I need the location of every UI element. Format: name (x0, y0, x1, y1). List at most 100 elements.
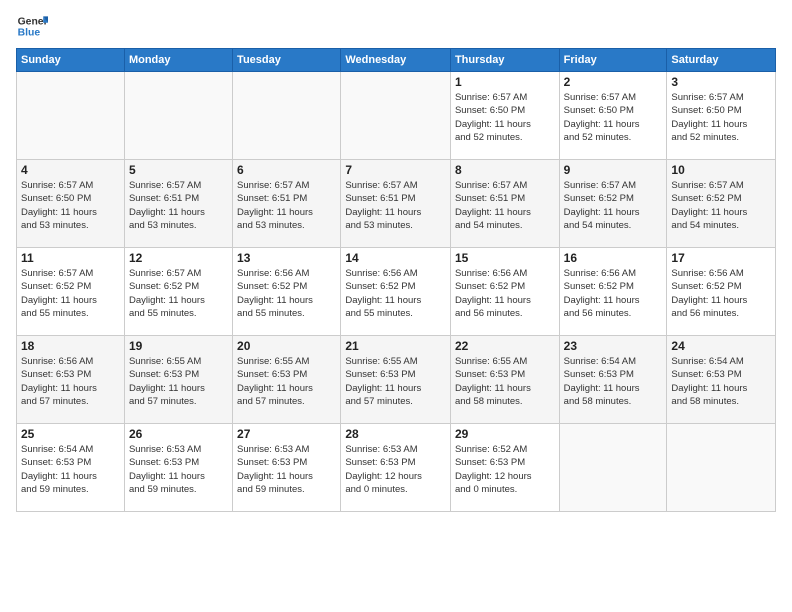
day-number: 15 (455, 251, 555, 265)
day-number: 26 (129, 427, 228, 441)
calendar-cell: 1 Sunrise: 6:57 AM Sunset: 6:50 PM Daylig… (450, 72, 559, 160)
calendar-cell: 19 Sunrise: 6:55 AM Sunset: 6:53 PM Dayli… (124, 336, 232, 424)
day-of-week-header: Saturday (667, 49, 776, 72)
calendar-cell (17, 72, 125, 160)
calendar-cell: 25 Sunrise: 6:54 AM Sunset: 6:53 PM Dayli… (17, 424, 125, 512)
calendar-cell (667, 424, 776, 512)
calendar-week-row: 25 Sunrise: 6:54 AM Sunset: 6:53 PM Dayli… (17, 424, 776, 512)
day-number: 17 (671, 251, 771, 265)
calendar-cell (341, 72, 451, 160)
day-info: Sunrise: 6:55 AM Sunset: 6:53 PM Dayligh… (237, 355, 336, 408)
day-info: Sunrise: 6:55 AM Sunset: 6:53 PM Dayligh… (455, 355, 555, 408)
calendar-cell: 12 Sunrise: 6:57 AM Sunset: 6:52 PM Dayli… (124, 248, 232, 336)
calendar-cell: 23Sunrise: 6:54 AM Sunset: 6:53 PM Dayli… (559, 336, 667, 424)
calendar-cell: 11 Sunrise: 6:57 AM Sunset: 6:52 PM Dayli… (17, 248, 125, 336)
day-of-week-header: Tuesday (233, 49, 341, 72)
day-info: Sunrise: 6:56 AM Sunset: 6:53 PM Dayligh… (21, 355, 120, 408)
calendar-body: 1 Sunrise: 6:57 AM Sunset: 6:50 PM Daylig… (17, 72, 776, 512)
day-info: Sunrise: 6:53 AM Sunset: 6:53 PM Dayligh… (345, 443, 446, 496)
day-info: Sunrise: 6:53 AM Sunset: 6:53 PM Dayligh… (129, 443, 228, 496)
day-number: 1 (455, 75, 555, 89)
calendar-cell: 4 Sunrise: 6:57 AM Sunset: 6:50 PM Daylig… (17, 160, 125, 248)
day-info: Sunrise: 6:54 AM Sunset: 6:53 PM Dayligh… (671, 355, 771, 408)
day-number: 19 (129, 339, 228, 353)
day-info: Sunrise: 6:56 AM Sunset: 6:52 PM Dayligh… (671, 267, 771, 320)
day-info: Sunrise: 6:52 AM Sunset: 6:53 PM Dayligh… (455, 443, 555, 496)
day-number: 3 (671, 75, 771, 89)
calendar-cell: 10 Sunrise: 6:57 AM Sunset: 6:52 PM Dayli… (667, 160, 776, 248)
day-number: 20 (237, 339, 336, 353)
page: General Blue SundayMondayTuesdayWednesda… (0, 0, 792, 522)
day-number: 10 (671, 163, 771, 177)
day-number: 21 (345, 339, 446, 353)
calendar-cell: 14 Sunrise: 6:56 AM Sunset: 6:52 PM Dayli… (341, 248, 451, 336)
day-info: Sunrise: 6:57 AM Sunset: 6:51 PM Dayligh… (237, 179, 336, 232)
day-info: Sunrise: 6:57 AM Sunset: 6:52 PM Dayligh… (129, 267, 228, 320)
day-number: 29 (455, 427, 555, 441)
header: General Blue (16, 10, 776, 42)
day-number: 13 (237, 251, 336, 265)
day-info: Sunrise: 6:57 AM Sunset: 6:52 PM Dayligh… (671, 179, 771, 232)
day-info: Sunrise: 6:57 AM Sunset: 6:51 PM Dayligh… (345, 179, 446, 232)
calendar-cell (559, 424, 667, 512)
calendar-week-row: 4 Sunrise: 6:57 AM Sunset: 6:50 PM Daylig… (17, 160, 776, 248)
day-number: 6 (237, 163, 336, 177)
calendar-cell: 20 Sunrise: 6:55 AM Sunset: 6:53 PM Dayli… (233, 336, 341, 424)
calendar-cell: 21Sunrise: 6:55 AM Sunset: 6:53 PM Dayli… (341, 336, 451, 424)
calendar-header-row: SundayMondayTuesdayWednesdayThursdayFrid… (17, 49, 776, 72)
calendar-cell: 18 Sunrise: 6:56 AM Sunset: 6:53 PM Dayli… (17, 336, 125, 424)
day-of-week-header: Wednesday (341, 49, 451, 72)
calendar-cell (124, 72, 232, 160)
day-number: 11 (21, 251, 120, 265)
day-of-week-header: Monday (124, 49, 232, 72)
day-number: 28 (345, 427, 446, 441)
day-info: Sunrise: 6:57 AM Sunset: 6:50 PM Dayligh… (564, 91, 663, 144)
calendar-cell: 17 Sunrise: 6:56 AM Sunset: 6:52 PM Dayli… (667, 248, 776, 336)
day-number: 7 (345, 163, 446, 177)
day-number: 24 (671, 339, 771, 353)
day-info: Sunrise: 6:56 AM Sunset: 6:52 PM Dayligh… (237, 267, 336, 320)
day-number: 14 (345, 251, 446, 265)
day-number: 12 (129, 251, 228, 265)
calendar-cell: 16Sunrise: 6:56 AM Sunset: 6:52 PM Dayli… (559, 248, 667, 336)
calendar-cell: 26 Sunrise: 6:53 AM Sunset: 6:53 PM Dayli… (124, 424, 232, 512)
day-info: Sunrise: 6:55 AM Sunset: 6:53 PM Dayligh… (129, 355, 228, 408)
day-info: Sunrise: 6:57 AM Sunset: 6:50 PM Dayligh… (21, 179, 120, 232)
day-info: Sunrise: 6:57 AM Sunset: 6:51 PM Dayligh… (129, 179, 228, 232)
calendar-cell: 28 Sunrise: 6:53 AM Sunset: 6:53 PM Dayli… (341, 424, 451, 512)
calendar-week-row: 1 Sunrise: 6:57 AM Sunset: 6:50 PM Daylig… (17, 72, 776, 160)
day-info: Sunrise: 6:57 AM Sunset: 6:52 PM Dayligh… (21, 267, 120, 320)
day-info: Sunrise: 6:53 AM Sunset: 6:53 PM Dayligh… (237, 443, 336, 496)
day-number: 9 (564, 163, 663, 177)
day-number: 5 (129, 163, 228, 177)
day-number: 27 (237, 427, 336, 441)
day-number: 18 (21, 339, 120, 353)
day-number: 22 (455, 339, 555, 353)
day-info: Sunrise: 6:57 AM Sunset: 6:50 PM Dayligh… (455, 91, 555, 144)
day-info: Sunrise: 6:57 AM Sunset: 6:51 PM Dayligh… (455, 179, 555, 232)
day-info: Sunrise: 6:54 AM Sunset: 6:53 PM Dayligh… (564, 355, 663, 408)
calendar-cell: 9Sunrise: 6:57 AM Sunset: 6:52 PM Daylig… (559, 160, 667, 248)
svg-text:Blue: Blue (18, 28, 41, 39)
calendar-table: SundayMondayTuesdayWednesdayThursdayFrid… (16, 48, 776, 512)
calendar-cell: 27 Sunrise: 6:53 AM Sunset: 6:53 PM Dayli… (233, 424, 341, 512)
calendar-cell: 5 Sunrise: 6:57 AM Sunset: 6:51 PM Daylig… (124, 160, 232, 248)
day-number: 4 (21, 163, 120, 177)
day-info: Sunrise: 6:56 AM Sunset: 6:52 PM Dayligh… (455, 267, 555, 320)
calendar-cell (233, 72, 341, 160)
calendar-week-row: 11 Sunrise: 6:57 AM Sunset: 6:52 PM Dayli… (17, 248, 776, 336)
calendar-cell: 2Sunrise: 6:57 AM Sunset: 6:50 PM Daylig… (559, 72, 667, 160)
day-info: Sunrise: 6:56 AM Sunset: 6:52 PM Dayligh… (345, 267, 446, 320)
calendar-week-row: 18 Sunrise: 6:56 AM Sunset: 6:53 PM Dayli… (17, 336, 776, 424)
calendar-cell: 13 Sunrise: 6:56 AM Sunset: 6:52 PM Dayli… (233, 248, 341, 336)
logo-icon: General Blue (16, 10, 48, 42)
calendar-cell: 6 Sunrise: 6:57 AM Sunset: 6:51 PM Daylig… (233, 160, 341, 248)
day-number: 8 (455, 163, 555, 177)
day-number: 16 (564, 251, 663, 265)
day-info: Sunrise: 6:57 AM Sunset: 6:50 PM Dayligh… (671, 91, 771, 144)
day-number: 25 (21, 427, 120, 441)
day-of-week-header: Sunday (17, 49, 125, 72)
day-info: Sunrise: 6:54 AM Sunset: 6:53 PM Dayligh… (21, 443, 120, 496)
calendar-cell: 24 Sunrise: 6:54 AM Sunset: 6:53 PM Dayli… (667, 336, 776, 424)
logo: General Blue (16, 10, 52, 42)
